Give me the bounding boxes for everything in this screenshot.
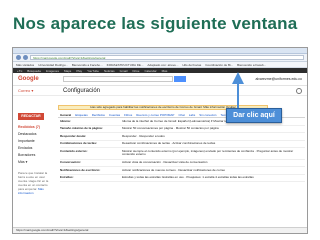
google-bar-item[interactable]: Calendar [144,69,156,73]
tab-inbox[interactable]: Recibidos [92,112,105,117]
google-logo[interactable]: Google [18,76,63,82]
settings-panel: General Etiquetas Recibidos Cuentas Filt… [58,112,305,226]
settings-row-value[interactable]: Mostrar siempre el contenido externo (po… [122,148,305,158]
bookmark-item[interactable]: INFRAESTRUCTURA DE... [107,63,144,67]
tab-offline[interactable]: Sin conexión [199,112,216,117]
settings-row-value[interactable]: Desactivar combinaciones de teclas · Act… [122,141,305,148]
sidebar-item-important[interactable]: Importante [18,138,58,145]
address-bar: https://mail.google.com/mail/?shva=1#set… [13,54,307,62]
bookmark-item[interactable]: Más visitados [16,63,34,67]
gear-icon[interactable] [296,87,302,94]
settings-row-label: Tamaño máximo de la página: [60,126,103,131]
search-button[interactable] [174,76,186,82]
tab-forwarding[interactable]: Reenvío y correo POP/IMAP [136,112,174,117]
google-bar-item[interactable]: Gmail [120,69,128,73]
bookmark-item[interactable]: Hilo del bocas [182,63,201,67]
mail-menu-dropdown[interactable]: Correo ▾ [18,88,63,93]
settings-row-label: Idioma: [60,118,71,123]
browser-screenshot: https://mail.google.com/mail/?shva=1#set… [12,47,308,234]
bookmark-item[interactable]: Adaptado con: atreve... [147,63,178,67]
sidebar-item-more[interactable]: Más ▾ [18,159,58,166]
search-input[interactable] [63,76,173,82]
chat-note: Parece que Instalar la barra a este en u… [18,171,52,195]
settings-row-label: Contenido externo: [60,148,88,153]
tab-general[interactable]: General [60,112,71,117]
sidebar-item-inbox[interactable]: Recibidos (7) [18,124,58,131]
settings-row-page-size: Tamaño máximo de la página: Mostrar 50 c… [60,126,305,134]
tab-filters[interactable]: Filtros [124,112,132,117]
sidebar-item-sent[interactable]: Enviados [18,145,58,152]
compose-button[interactable]: REDACTAR [18,113,44,120]
tab-accounts[interactable]: Cuentas [109,112,120,117]
settings-row-label: Notificaciones de escritorio: [60,167,101,172]
settings-row-value[interactable]: Responder · Responder a todos [122,133,305,140]
url-field[interactable]: https://mail.google.com/mail/?shva=1#set… [30,55,304,60]
settings-rows: Idioma: Idioma de la interfaz de Correo … [58,118,305,183]
bookmark-item[interactable]: Bienvenido a Faceb... [237,63,266,67]
page-title: Configuración [63,87,101,94]
settings-row-reply: Responder desde: Responder · Responder a… [60,133,305,141]
settings-row-external-content: Contenido externo: Mostrar siempre el co… [60,148,305,160]
google-bar-item[interactable]: Imágenes [46,69,59,73]
settings-row-label: Responder desde: [60,133,87,138]
google-bar-item[interactable]: Play [76,69,82,73]
browser-status-bar: https://mail.google.com/mail/?shva=1#set… [13,227,307,233]
bookmark-item[interactable]: Coordinación de Bi... [205,63,233,67]
settings-header: Correo ▾ Configuración [13,86,307,96]
sidebar-item-drafts[interactable]: Borradores [18,152,58,159]
bookmark-item[interactable]: Universidad Rodrigu... [38,63,68,67]
settings-row-label: Estrellas: [60,175,74,180]
settings-row-shortcuts: Combinaciones de teclas: Desactivar comb… [60,141,305,149]
settings-row-value[interactable]: Activar notificaciones de nuevos correos… [122,167,305,174]
settings-row-value[interactable]: Activar vista de conversación · Desactiv… [122,160,305,167]
slide-title: Nos aparece las siguiente ventana [13,14,298,33]
google-bar-item[interactable]: Noticias [104,69,115,73]
sidebar-item-starred[interactable]: Destacados [18,131,58,138]
sidebar: REDACTAR Recibidos (7) Destacados Import… [13,110,58,226]
google-bar-item[interactable]: +Tú [17,69,22,73]
google-bar-item[interactable]: Drive [132,69,139,73]
click-here-callout: Dar clic aquí [226,108,282,123]
tab-labs[interactable]: Labs [189,112,196,117]
google-bar-item[interactable]: Maps [64,69,71,73]
settings-row-value[interactable]: Mostrar 50 conversaciones por página · M… [122,126,305,133]
gmail-header: Google alvarezme@uniformes.edu.co [13,73,307,86]
google-bar-item[interactable]: Búsqueda [27,69,41,73]
settings-row-stars: Estrellas: Estrellas y todas las estrell… [60,175,305,183]
settings-row-label: Combinaciones de teclas: [60,141,98,146]
settings-row-value[interactable]: Estrellas y todas las estrellas: Estrell… [122,175,305,182]
account-email[interactable]: alvarezme@uniformes.edu.co [255,77,302,81]
google-bar-item[interactable]: YouTube [87,69,99,73]
tab-chat[interactable]: Chat [178,112,184,117]
forward-icon[interactable] [23,55,28,60]
settings-row-notifications: Notificaciones de escritorio: Activar no… [60,167,305,175]
settings-row-label: Conversación: [60,160,81,165]
back-icon[interactable] [16,55,21,60]
bookmark-item[interactable]: Bienvenido a Facebo... [72,63,103,67]
settings-row-conversation: Conversación: Activar vista de conversac… [60,160,305,168]
tab-labels[interactable]: Etiquetas [75,112,88,117]
google-bar-item[interactable]: Más [162,69,168,73]
